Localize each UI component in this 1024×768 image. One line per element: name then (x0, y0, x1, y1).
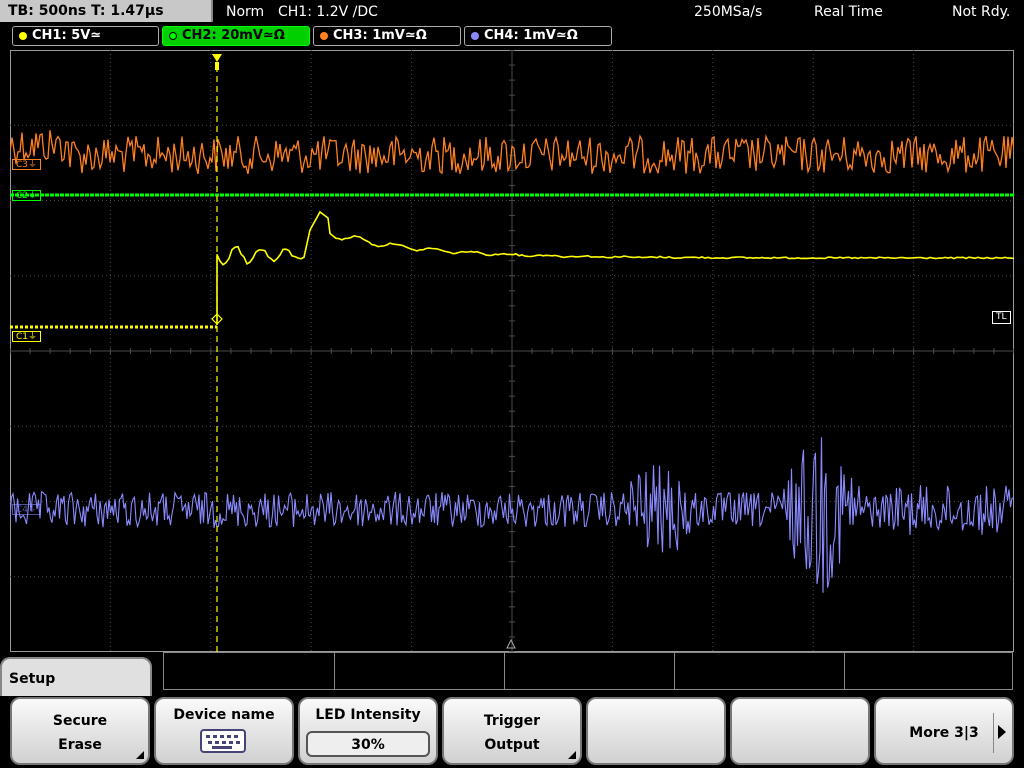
submenu-corner-icon (136, 751, 144, 759)
empty-softkey-5[interactable] (586, 697, 726, 765)
status-bar: TB: 500ns T: 1.47µs Norm CH1: 1.2V ∕DC 2… (0, 0, 1024, 24)
ch4-reference-marker[interactable]: C4⏚ (12, 504, 42, 515)
keyboard-icon (200, 729, 246, 753)
more-button[interactable]: More 3|3 (874, 697, 1014, 765)
softkey-label: Device name (173, 707, 275, 723)
softkey-label: Output (484, 737, 540, 753)
trigger-marker-stem (215, 62, 219, 70)
trigger-info[interactable]: CH1: 1.2V ∕DC (278, 2, 378, 22)
timebase-readout[interactable]: TB: 500ns T: 1.47µs (0, 0, 213, 22)
trigger-level-marker[interactable]: TL (992, 311, 1011, 324)
softkey-label: Trigger (483, 713, 541, 729)
trigger-output-button[interactable]: Trigger Output (442, 697, 582, 765)
softkey-label: LED Intensity (315, 707, 421, 723)
channel-2-button[interactable]: CH2: 20mV≃Ω (162, 26, 310, 46)
channel-2-label: CH2: 20mV≃Ω (182, 28, 285, 43)
softkey-bar: Secure Erase Device name LED Intensity 3… (0, 696, 1024, 768)
segment-divider (674, 653, 675, 689)
run-state: Not Rdy. (952, 4, 1011, 20)
ch4-color-dot (471, 31, 479, 40)
channel-bar: CH1: 5V≃ CH2: 20mV≃Ω CH3: 1mV≃Ω CH4: 1mV… (0, 26, 1024, 48)
menu-segment-bar (163, 652, 1013, 690)
ch1-color-dot (19, 31, 27, 40)
waveform-display[interactable] (10, 50, 1014, 652)
ch3-reference-marker[interactable]: C3⏚ (12, 159, 42, 170)
channel-4-label: CH4: 1mV≃Ω (484, 28, 578, 43)
acquisition-mode[interactable]: Real Time (814, 2, 883, 22)
channel-1-button[interactable]: CH1: 5V≃ (12, 26, 159, 46)
channel-4-button[interactable]: CH4: 1mV≃Ω (464, 26, 612, 46)
menu-title-tab: Setup (0, 657, 152, 697)
led-intensity-button[interactable]: LED Intensity 30% (298, 697, 438, 765)
segment-divider (334, 653, 335, 689)
softkey-label: More 3|3 (909, 725, 979, 741)
trigger-mode[interactable]: Norm (226, 2, 264, 22)
ch3-color-dot (320, 31, 328, 40)
submenu-corner-icon (568, 751, 576, 759)
channel-3-label: CH3: 1mV≃Ω (333, 28, 427, 43)
led-intensity-value: 30% (306, 731, 430, 757)
empty-softkey-6[interactable] (730, 697, 870, 765)
segment-divider (504, 653, 505, 689)
next-arrow-icon (998, 725, 1006, 739)
ch2-color-dot (169, 31, 177, 40)
channel-3-button[interactable]: CH3: 1mV≃Ω (313, 26, 461, 46)
softkey-label: Erase (58, 737, 102, 753)
channel-1-label: CH1: 5V≃ (32, 28, 102, 43)
device-name-button[interactable]: Device name (154, 697, 294, 765)
ch1-reference-marker[interactable]: C1⏚ (12, 331, 42, 342)
more-divider (993, 713, 994, 753)
segment-divider (844, 653, 845, 689)
softkey-label: Secure (52, 713, 108, 729)
secure-erase-button[interactable]: Secure Erase (10, 697, 150, 765)
ch2-reference-marker[interactable]: C2⏚ (12, 190, 42, 201)
sample-rate: 250MSa/s (694, 4, 763, 20)
